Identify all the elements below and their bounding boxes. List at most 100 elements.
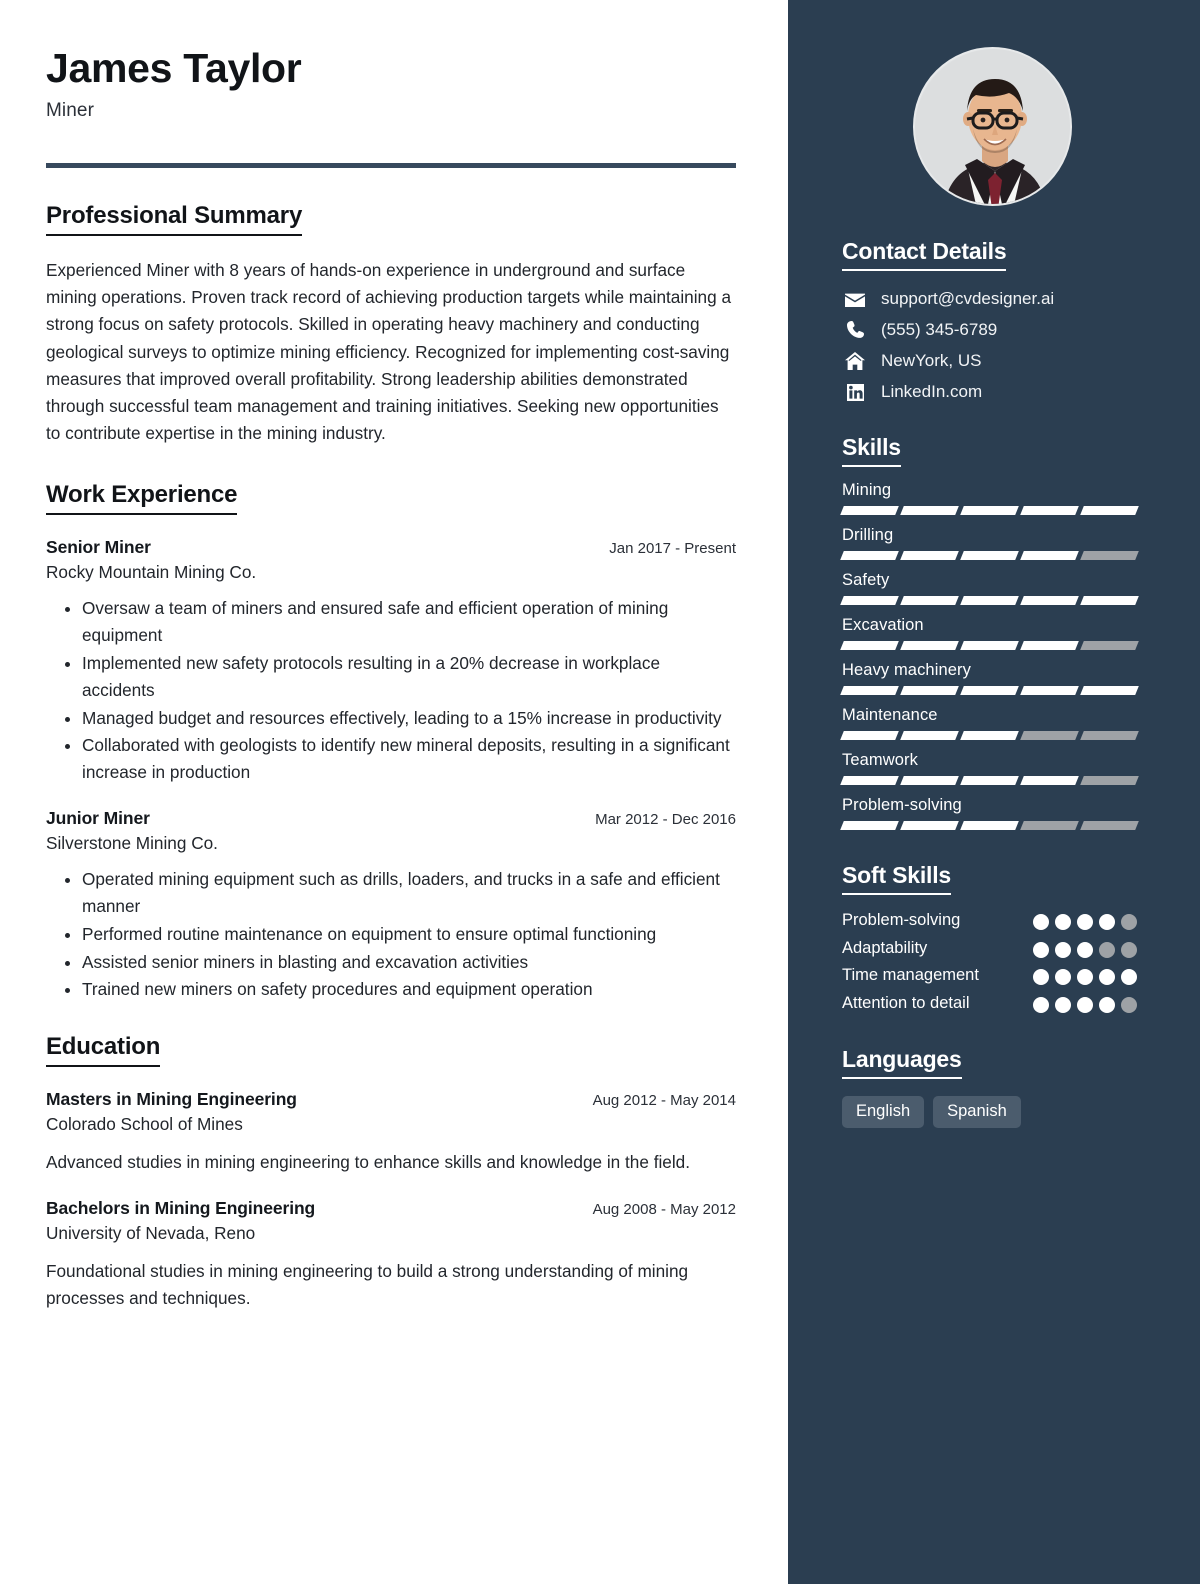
skill-row: Heavy machinery: [840, 661, 1142, 695]
skill-segment: [900, 776, 959, 785]
soft-skills-list: Problem-solving Adaptability Time manageme…: [842, 910, 1142, 1014]
skill-label: Safety: [842, 571, 890, 589]
contact-list: support@cvdesigner.ai (555) 345-6789 New…: [842, 289, 1142, 402]
education-entry-header: Masters in Mining Engineering Aug 2012 -…: [46, 1089, 736, 1110]
contact-item-location[interactable]: NewYork, US: [842, 351, 1142, 371]
work-entry: Senior Miner Jan 2017 - Present Rocky Mo…: [46, 537, 736, 786]
section-title-education: Education: [46, 1033, 160, 1068]
work-bullets: Oversaw a team of miners and ensured saf…: [46, 595, 736, 786]
contact-item-email[interactable]: support@cvdesigner.ai: [842, 289, 1142, 309]
soft-skill-row: Adaptability: [842, 938, 1137, 959]
rating-dot: [1055, 969, 1071, 986]
skill-label: Excavation: [842, 616, 924, 634]
skill-row: Problem-solving: [840, 796, 1142, 830]
contact-item-linkedin[interactable]: LinkedIn.com: [842, 382, 1142, 402]
skill-segment: [1080, 641, 1139, 650]
rating-dot: [1055, 941, 1071, 958]
skill-rating-bar: [840, 596, 1139, 605]
soft-skill-rating-dots: [1033, 996, 1137, 1013]
phone-icon: [842, 321, 868, 340]
skill-segment: [900, 551, 959, 560]
education-dates: Aug 2012 - May 2014: [592, 1092, 736, 1110]
section-title-soft-skills: Soft Skills: [842, 862, 951, 895]
list-item: Operated mining equipment such as drills…: [82, 866, 736, 920]
section-title-work: Work Experience: [46, 481, 238, 516]
skill-segment: [960, 596, 1019, 605]
skill-rating-bar: [840, 686, 1139, 695]
list-item: Implemented new safety protocols resulti…: [82, 650, 736, 704]
work-company: Silverstone Mining Co.: [46, 833, 218, 854]
contact-linkedin-value: LinkedIn.com: [881, 382, 983, 401]
rating-dot: [1077, 941, 1093, 958]
education-degree: Bachelors in Mining Engineering: [46, 1198, 316, 1219]
profile-photo-illustration: [914, 49, 1070, 204]
skill-segment: [960, 641, 1019, 650]
skill-row: Mining: [840, 481, 1142, 515]
skill-segment: [840, 776, 899, 785]
education-description: Foundational studies in mining engineeri…: [46, 1261, 689, 1308]
skill-segment: [900, 641, 959, 650]
skill-segment: [1020, 551, 1079, 560]
skill-rating-bar: [840, 731, 1139, 740]
skill-rating-bar: [840, 551, 1139, 560]
skill-rating-bar: [840, 641, 1139, 650]
education-entry: Masters in Mining Engineering Aug 2012 -…: [46, 1089, 736, 1176]
contact-phone-value: (555) 345-6789: [881, 320, 998, 339]
soft-skill-row: Problem-solving: [842, 910, 1137, 931]
rating-dot: [1077, 996, 1093, 1013]
contact-item-phone[interactable]: (555) 345-6789: [842, 320, 1142, 340]
skill-segment: [1080, 506, 1139, 515]
skill-label: Heavy machinery: [842, 661, 971, 679]
skill-segment: [960, 506, 1019, 515]
list-item: Collaborated with geologists to identify…: [82, 732, 736, 786]
rating-dot: [1033, 914, 1049, 930]
skill-row: Safety: [840, 571, 1142, 605]
contact-email-value: support@cvdesigner.ai: [881, 289, 1055, 308]
education-description: Advanced studies in mining engineering t…: [46, 1152, 690, 1173]
header-divider: [46, 163, 736, 169]
section-title-languages: Languages: [842, 1046, 962, 1079]
skill-segment: [1080, 776, 1139, 785]
skill-segment: [1080, 821, 1139, 830]
rating-dot: [1055, 914, 1071, 930]
skill-segment: [840, 686, 899, 695]
skill-label: Mining: [842, 481, 892, 499]
skill-segment: [960, 686, 1019, 695]
work-dates: Jan 2017 - Present: [609, 540, 736, 558]
skill-segment: [1080, 596, 1139, 605]
section-professional-summary: Professional Summary Experienced Miner w…: [46, 202, 736, 447]
language-chip: English: [842, 1095, 925, 1128]
skill-segment: [960, 776, 1019, 785]
skill-segment: [840, 731, 899, 740]
rating-dot: [1099, 914, 1115, 930]
linkedin-icon: [842, 383, 868, 402]
skill-segment: [1080, 686, 1139, 695]
skill-label: Maintenance: [842, 706, 938, 724]
education-degree: Masters in Mining Engineering: [46, 1089, 297, 1110]
skill-row: Teamwork: [840, 751, 1142, 785]
education-school: University of Nevada, Reno: [46, 1223, 256, 1244]
skill-segment: [1020, 596, 1079, 605]
avatar-container: [842, 47, 1142, 206]
skill-label: Teamwork: [842, 751, 918, 769]
work-position: Senior Miner: [46, 537, 151, 558]
avatar: [912, 47, 1072, 206]
skill-segment: [1080, 551, 1139, 560]
rating-dot: [1099, 996, 1115, 1013]
rating-dot: [1033, 996, 1049, 1013]
rating-dot: [1121, 969, 1137, 986]
soft-skill-label: Adaptability: [842, 938, 928, 957]
skill-rating-bar: [840, 506, 1139, 515]
rating-dot: [1121, 996, 1137, 1013]
rating-dot: [1077, 969, 1093, 986]
rating-dot: [1033, 941, 1049, 958]
list-item: Performed routine maintenance on equipme…: [82, 921, 736, 948]
education-entry: Bachelors in Mining Engineering Aug 2008…: [46, 1198, 736, 1312]
skill-segment: [1020, 776, 1079, 785]
skill-segment: [960, 551, 1019, 560]
skill-segment: [1080, 731, 1139, 740]
envelope-icon: [842, 290, 868, 309]
skill-segment: [1020, 641, 1079, 650]
skill-segment: [900, 596, 959, 605]
soft-skill-label: Problem-solving: [842, 911, 961, 929]
